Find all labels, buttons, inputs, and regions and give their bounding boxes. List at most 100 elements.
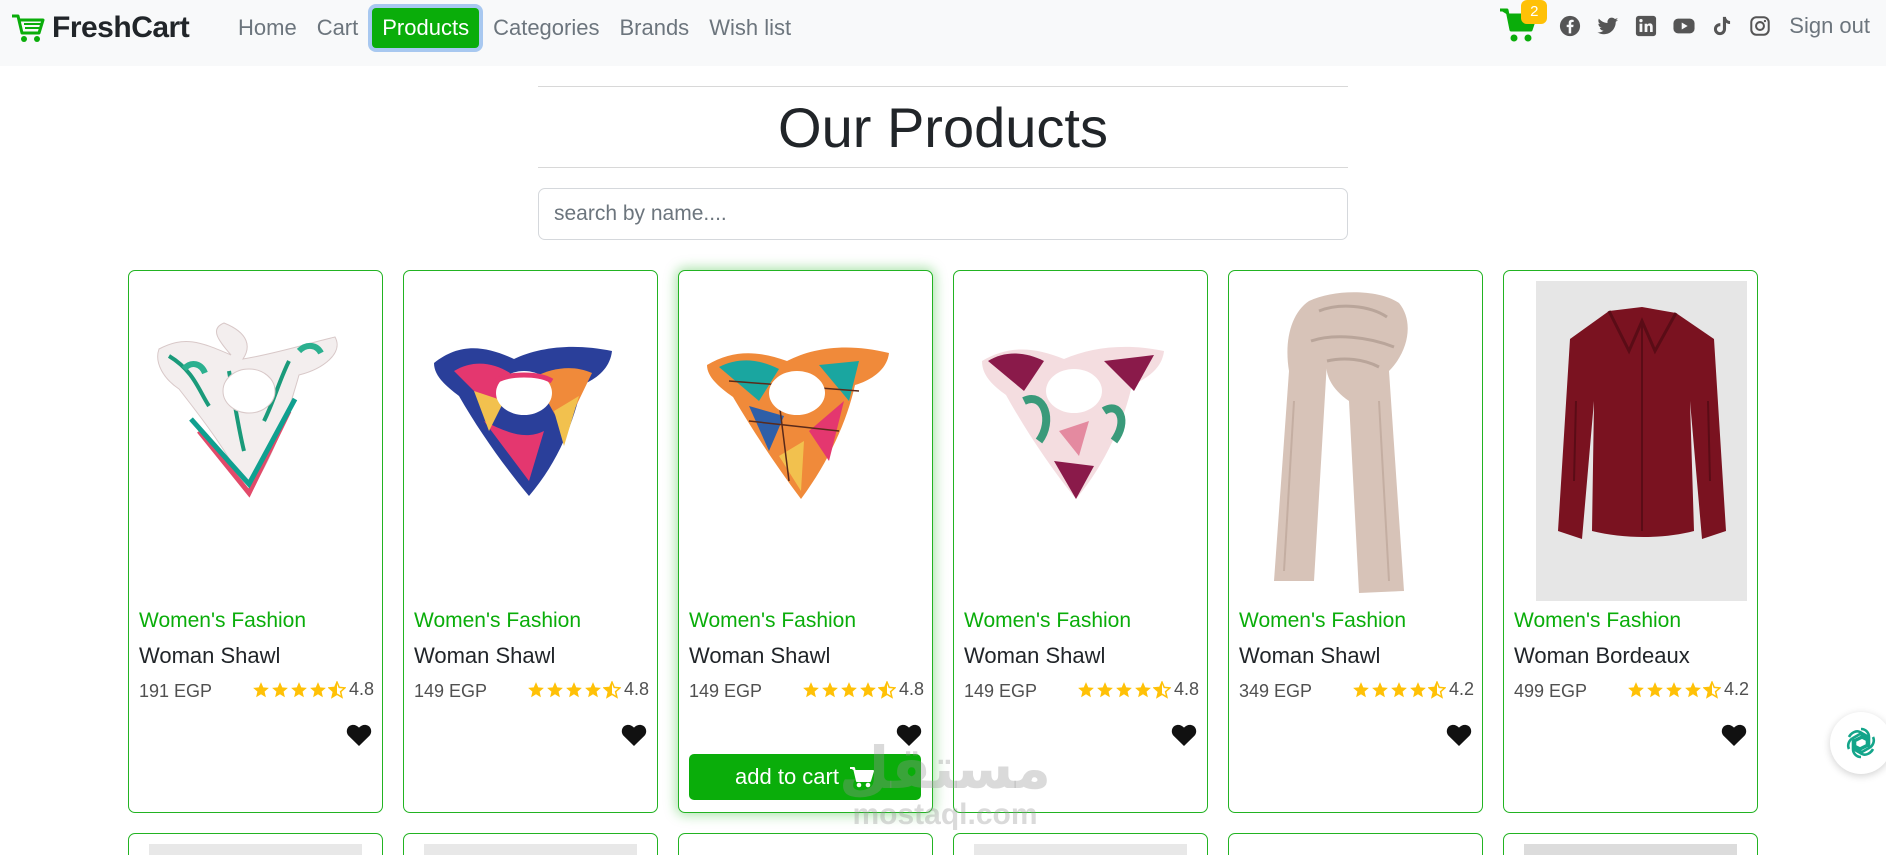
star-icon [272,681,288,697]
brand-name: FreshCart [52,11,190,44]
star-icon [547,681,563,697]
star-icon [291,681,307,697]
product-rating: 4.8 [802,679,924,700]
star-icon [1097,681,1113,697]
assistant-float-button[interactable] [1830,712,1886,774]
product-image-scarf-purple-pink[interactable] [964,281,1197,601]
product-price: 349 EGP [1239,681,1313,701]
openai-icon [1846,727,1876,759]
product-image-scarf-navy-pink[interactable] [414,281,647,601]
product-card[interactable]: Women's Fashion Woman Shawl 149 EGP 4.8 … [678,270,933,813]
half-star-icon [602,680,621,699]
linkedin-icon[interactable] [1635,15,1657,37]
product-name: Woman Shawl [964,643,1106,668]
star-icon [310,681,326,697]
title-divider-bottom [538,167,1348,168]
rating-value: 4.8 [348,679,374,699]
half-star-icon [1427,680,1446,699]
star-icon [1685,681,1701,697]
heart-icon[interactable] [621,723,647,747]
half-star-icon [1702,680,1721,699]
brand-logo[interactable]: FreshCart [10,10,190,46]
product-card-partial[interactable] [678,833,933,855]
product-price: 149 EGP [689,681,763,701]
page-title: Our Products [778,96,1108,159]
title-divider-top [538,86,1348,87]
rating-value: 4.8 [1173,679,1199,699]
nav-link-cart[interactable]: Cart [307,8,369,48]
nav-link-categories[interactable]: Categories [483,8,609,48]
product-card-partial[interactable] [128,833,383,855]
instagram-icon[interactable] [1749,15,1771,37]
product-image-partial [1524,844,1737,855]
heart-icon[interactable] [1721,723,1747,747]
star-icon [1353,681,1369,697]
nav-right: 2 Sign out [1499,0,1870,46]
product-image-scarf-orange-teal[interactable] [689,281,922,601]
cart-count-badge: 2 [1521,0,1548,24]
nav-link-home[interactable]: Home [228,8,307,48]
star-icon [803,681,819,697]
product-image-partial [149,844,362,855]
star-icon [841,681,857,697]
star-icon [1078,681,1094,697]
star-icon [585,681,601,697]
nav-link-wishlist[interactable]: Wish list [699,8,801,48]
twitter-icon[interactable] [1597,15,1619,37]
rating-value: 4.8 [898,679,924,699]
heart-icon[interactable] [896,723,922,747]
product-card-partial[interactable] [1228,833,1483,855]
rating-value: 4.2 [1723,679,1749,699]
product-card[interactable]: Women's Fashion Woman Bordeaux 499 EGP 4… [1503,270,1758,813]
youtube-icon[interactable] [1673,15,1695,37]
product-image-shirt-bordeaux[interactable] [1514,281,1747,601]
add-to-cart-label: add to cart [735,764,839,789]
product-card[interactable]: Women's Fashion Woman Shawl 191 EGP 4.8 [128,270,383,813]
star-icon [566,681,582,697]
tiktok-icon[interactable] [1711,15,1733,37]
star-icon [1391,681,1407,697]
product-category[interactable]: Women's Fashion [139,609,306,633]
heart-icon[interactable] [346,723,372,747]
half-star-icon [877,680,896,699]
search-input[interactable] [538,188,1348,240]
product-name: Woman Shawl [1239,643,1381,668]
product-card-partial[interactable] [1503,833,1758,855]
product-category[interactable]: Women's Fashion [414,609,581,633]
product-category[interactable]: Women's Fashion [689,609,856,633]
product-card-partial[interactable] [953,833,1208,855]
nav-link-products[interactable]: Products [372,8,480,48]
product-card-partial[interactable] [403,833,658,855]
product-category[interactable]: Women's Fashion [964,609,1131,633]
cart-button[interactable]: 2 [1499,0,1548,46]
facebook-icon[interactable] [1559,15,1581,37]
product-image-scarf-beige[interactable] [1239,281,1472,601]
product-image-partial [974,844,1187,855]
star-icon [1666,681,1682,697]
product-category[interactable]: Women's Fashion [1514,609,1681,633]
product-name: Woman Shawl [689,643,831,668]
product-card[interactable]: Women's Fashion Woman Shawl 149 EGP 4.8 [953,270,1208,813]
cart-logo-icon [12,14,45,42]
product-rating: 4.8 [527,679,649,700]
half-star-icon [1152,680,1171,699]
product-card[interactable]: Women's Fashion Woman Shawl 149 EGP 4.8 [403,270,658,813]
heart-icon[interactable] [1171,723,1197,747]
product-image-partial [424,844,637,855]
sign-out-link[interactable]: Sign out [1789,13,1870,39]
product-card[interactable]: Women's Fashion Woman Shawl 349 EGP 4.2 [1228,270,1483,813]
product-rating: 4.8 [252,679,374,700]
star-icon [860,681,876,697]
rating-value: 4.2 [1448,679,1474,699]
product-image-scarf-white-green[interactable] [139,281,372,601]
product-rating: 4.2 [1352,679,1474,700]
heart-icon[interactable] [1446,723,1472,747]
product-category[interactable]: Women's Fashion [1239,609,1406,633]
product-name: Woman Bordeaux [1514,643,1690,668]
add-to-cart-button[interactable]: add to cart [689,754,921,800]
star-icon [1410,681,1426,697]
product-rating: 4.2 [1627,679,1749,700]
nav-link-brands[interactable]: Brands [609,8,699,48]
cart-icon [849,767,874,788]
product-price: 191 EGP [139,681,213,701]
